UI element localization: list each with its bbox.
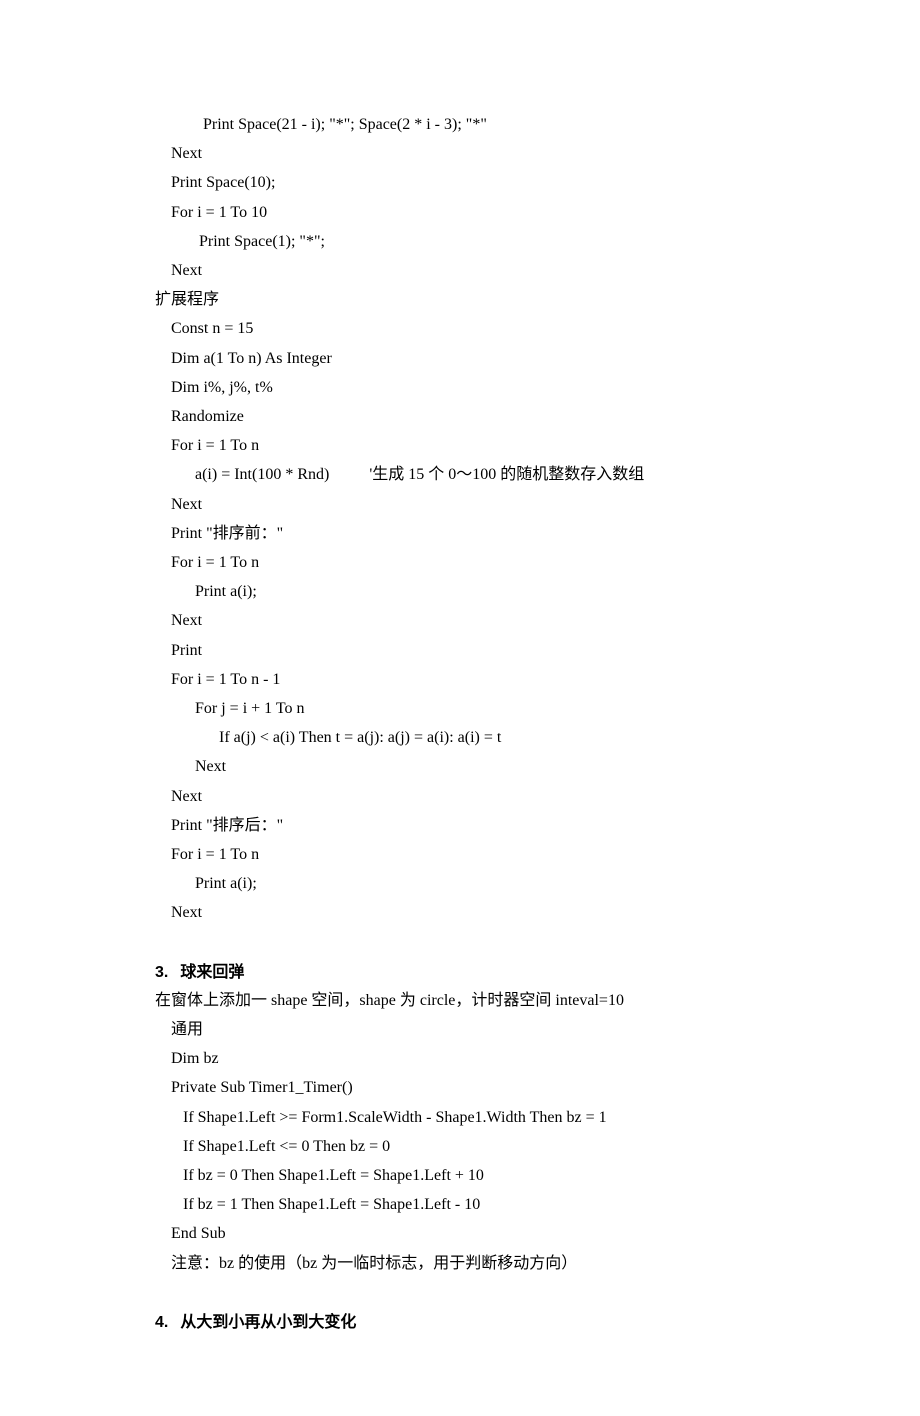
code-line: If a(j) < a(i) Then t = a(j): a(j) = a(i… [155,723,765,752]
heading-3: 3. 球来回弹 [155,958,765,982]
code-line: Next [155,606,765,635]
heading-title: 从大到小再从小到大变化 [180,1314,356,1331]
heading-number: 4. [155,1314,168,1331]
code-line: If Shape1.Left >= Form1.ScaleWidth - Sha… [155,1103,765,1132]
code-line: Dim i%, j%, t% [155,373,765,402]
code-block-2: Const n = 15 Dim a(1 To n) As Integer Di… [155,314,765,927]
code-line: a(i) = Int(100 * Rnd) '生成 15 个 0～100 的随机… [155,460,765,489]
code-line: Print Space(1); "*"; [155,227,765,256]
heading-number: 3. [155,964,168,981]
note-3: 注意：bz 的使用（bz 为一临时标志，用于判断移动方向） [155,1249,765,1278]
code-line: For i = 1 To n [155,431,765,460]
code-line: Next [155,490,765,519]
code-line: Print a(i); [155,869,765,898]
code-line: Randomize [155,402,765,431]
code-line: If bz = 1 Then Shape1.Left = Shape1.Left… [155,1190,765,1219]
heading-4: 4. 从大到小再从小到大变化 [155,1308,765,1332]
section-label-extended: 扩展程序 [155,285,765,314]
code-line: Next [155,256,765,285]
code-line: For i = 1 To n [155,548,765,577]
code-line: Dim bz [155,1044,765,1073]
heading-title: 球来回弹 [180,964,244,981]
code-line: Next [155,782,765,811]
page-content: Print Space(21 - i); "*"; Space(2 * i - … [0,0,920,1416]
code-line: Next [155,752,765,781]
code-line: End Sub [155,1219,765,1248]
code-line: If Shape1.Left <= 0 Then bz = 0 [155,1132,765,1161]
code-line: Print "排序前：" [155,519,765,548]
code-line: If bz = 0 Then Shape1.Left = Shape1.Left… [155,1161,765,1190]
code-line: Print a(i); [155,577,765,606]
code-line: For i = 1 To n - 1 [155,665,765,694]
code-line: Dim a(1 To n) As Integer [155,344,765,373]
code-line: Print Space(21 - i); "*"; Space(2 * i - … [155,110,765,139]
code-line: For i = 1 To 10 [155,198,765,227]
code-line: 通用 [155,1015,765,1044]
code-line: Print [155,636,765,665]
code-line: Print "排序后：" [155,811,765,840]
code-line: For i = 1 To n [155,840,765,869]
code-line: Next [155,139,765,168]
code-line: Print Space(10); [155,168,765,197]
code-line: Next [155,898,765,927]
code-block-1: Print Space(21 - i); "*"; Space(2 * i - … [155,110,765,285]
code-line: For j = i + 1 To n [155,694,765,723]
code-line: Const n = 15 [155,314,765,343]
code-block-3: 通用 Dim bz Private Sub Timer1_Timer() If … [155,1015,765,1249]
code-line: Private Sub Timer1_Timer() [155,1073,765,1102]
description-3: 在窗体上添加一 shape 空间，shape 为 circle，计时器空间 in… [155,986,765,1015]
